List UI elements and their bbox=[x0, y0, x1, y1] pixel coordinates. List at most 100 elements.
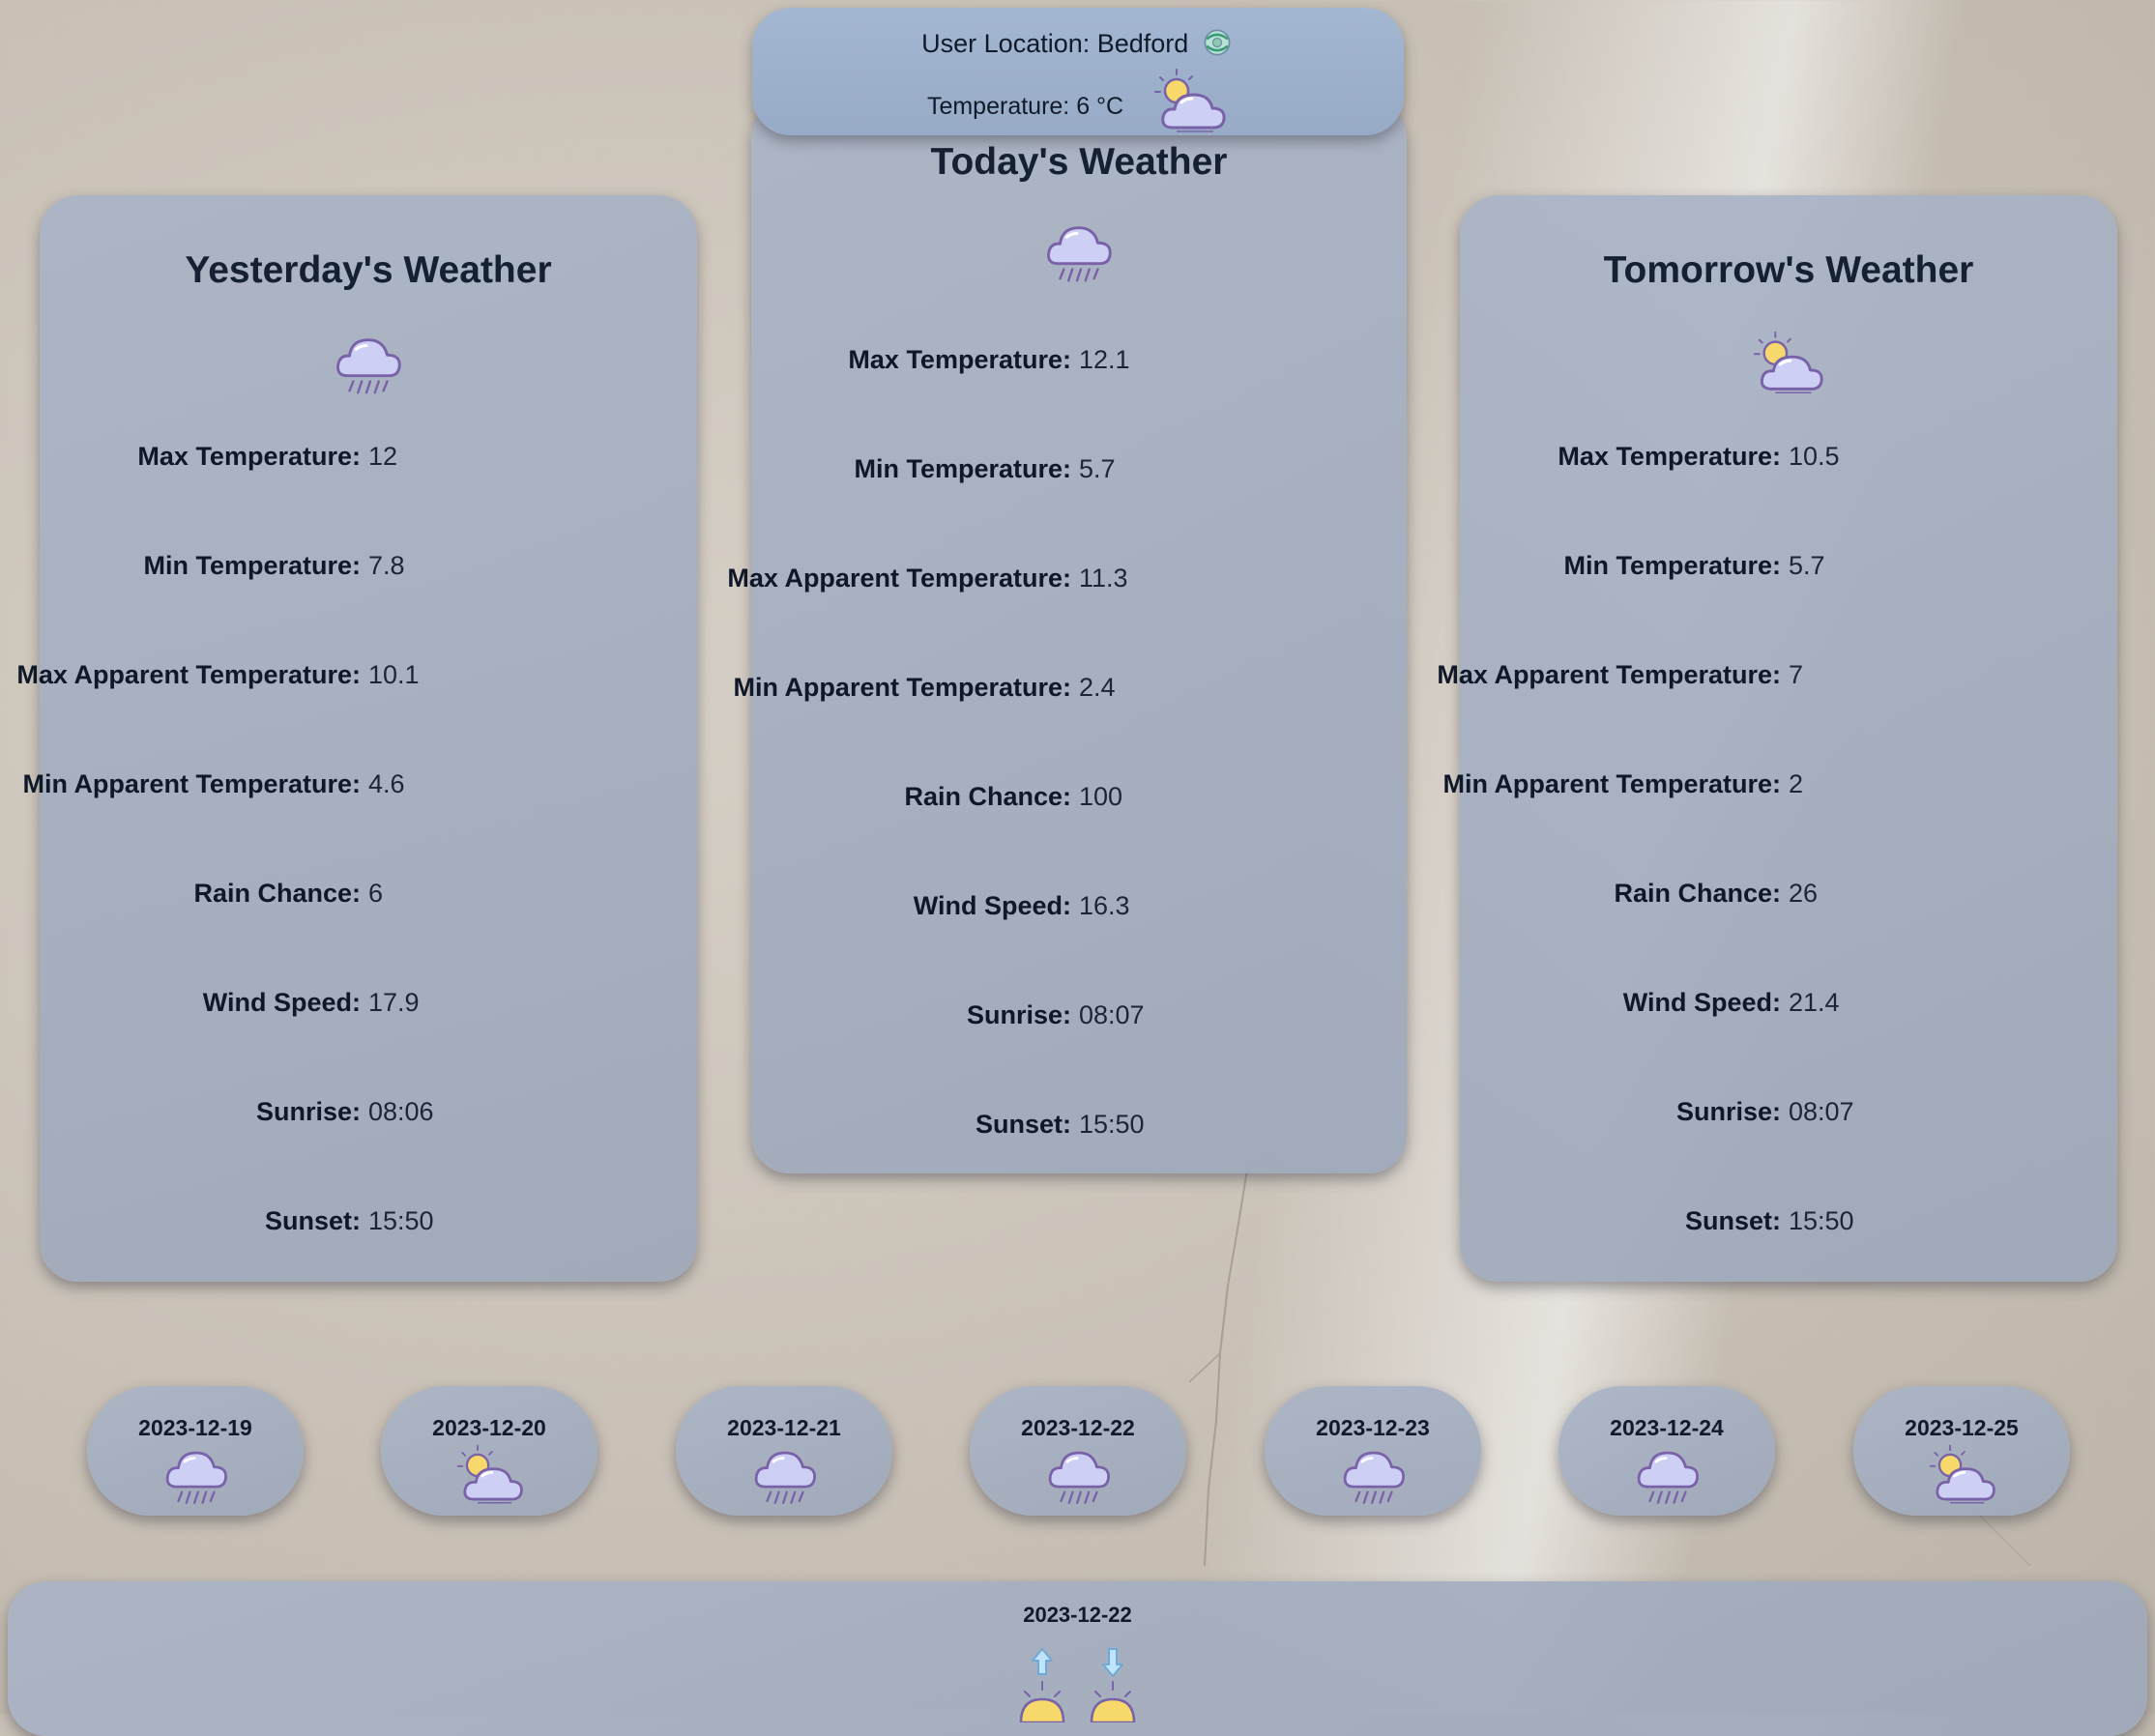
stat-value: 10.1 bbox=[368, 660, 420, 689]
rain-cloud-icon bbox=[1338, 1440, 1410, 1512]
forecast-day-pill[interactable]: 2023-12-21 bbox=[676, 1386, 892, 1516]
weather-stat-row: Sunset: 15:50 bbox=[40, 1201, 697, 1240]
refresh-globe-icon[interactable] bbox=[1200, 25, 1235, 60]
stat-value: 2.4 bbox=[1079, 673, 1116, 702]
weather-stat-row: Max Temperature: 12.1 bbox=[751, 340, 1407, 379]
stat-label: Min Apparent Temperature: bbox=[733, 673, 1071, 702]
rain-cloud-icon bbox=[1041, 215, 1117, 290]
stat-value: 10.5 bbox=[1789, 442, 1840, 471]
location-header: User Location: Bedford Temperature: 6 °C bbox=[752, 8, 1404, 135]
weather-stat-row: Wind Speed: 21.4 bbox=[1460, 983, 2117, 1022]
panel-title: Tomorrow's Weather bbox=[1603, 249, 1974, 291]
weather-stat-row: Sunset: 15:50 bbox=[1460, 1201, 2117, 1240]
weather-stat-row: Min Temperature: 5.7 bbox=[751, 449, 1407, 488]
stat-value: 15:50 bbox=[1789, 1206, 1854, 1235]
weather-stat-row: Min Apparent Temperature: 2 bbox=[1442, 765, 2117, 803]
rain-cloud-icon bbox=[331, 327, 406, 402]
weather-stat-row: Sunrise: 08:07 bbox=[1460, 1092, 2117, 1131]
forecast-date: 2023-12-19 bbox=[138, 1415, 252, 1440]
stat-value: 15:50 bbox=[368, 1206, 434, 1235]
weather-stat-row: Max Apparent Temperature: 7 bbox=[1437, 655, 2117, 694]
stat-value: 15:50 bbox=[1079, 1110, 1145, 1139]
yesterday-weather-panel: Yesterday's Weather Max Temperature: 12 Mi… bbox=[16, 195, 697, 1282]
rain-cloud-icon bbox=[749, 1440, 821, 1512]
stat-value: 100 bbox=[1079, 782, 1123, 811]
stat-value: 08:07 bbox=[1789, 1097, 1854, 1126]
rain-cloud-icon bbox=[1632, 1440, 1704, 1512]
sunset-icon bbox=[1084, 1645, 1142, 1722]
stat-label: Sunset: bbox=[975, 1110, 1071, 1139]
stat-label: Min Temperature: bbox=[1563, 551, 1781, 580]
weather-stat-row: Min Apparent Temperature: 4.6 bbox=[22, 765, 697, 803]
weather-stat-row: Max Temperature: 12 bbox=[40, 437, 697, 476]
weather-stat-row: Wind Speed: 17.9 bbox=[40, 983, 697, 1022]
today-weather-panel: Today's Weather Max Temperature: 12.1 Min … bbox=[727, 101, 1407, 1173]
forecast-day-pill[interactable]: 2023-12-22 bbox=[970, 1386, 1186, 1516]
forecast-date: 2023-12-25 bbox=[1905, 1415, 2019, 1440]
stat-label: Max Temperature: bbox=[137, 442, 361, 471]
current-temperature-label: Temperature: 6 °C bbox=[926, 93, 1124, 120]
sunrise-icon bbox=[1013, 1645, 1071, 1722]
weather-stat-row: Sunrise: 08:06 bbox=[40, 1092, 697, 1131]
weather-stat-row: Sunrise: 08:07 bbox=[751, 996, 1407, 1034]
weather-stat-row: Sunset: 15:50 bbox=[751, 1105, 1407, 1143]
stat-label: Wind Speed: bbox=[202, 988, 361, 1017]
forecast-date: 2023-12-20 bbox=[432, 1415, 546, 1440]
stat-value: 4.6 bbox=[368, 769, 405, 798]
partly-cloudy-icon bbox=[1151, 64, 1229, 141]
stat-value: 2 bbox=[1789, 769, 1804, 798]
forecast-day-list: 2023-12-19 2023-12-20 2023-12-21 2023-12… bbox=[0, 1386, 2155, 1521]
stat-label: Max Temperature: bbox=[1558, 442, 1781, 471]
stat-value: 7 bbox=[1789, 660, 1804, 689]
weather-stat-row: Max Temperature: 10.5 bbox=[1460, 437, 2117, 476]
stat-label: Min Temperature: bbox=[143, 551, 361, 580]
forecast-date: 2023-12-24 bbox=[1610, 1415, 1724, 1440]
stat-label: Max Apparent Temperature: bbox=[1437, 660, 1781, 689]
forecast-day-pill[interactable]: 2023-12-24 bbox=[1558, 1386, 1775, 1516]
stat-value: 11.3 bbox=[1079, 564, 1128, 593]
user-location-label: User Location: Bedford bbox=[921, 29, 1189, 58]
stat-value: 5.7 bbox=[1789, 551, 1825, 580]
forecast-date: 2023-12-22 bbox=[1021, 1415, 1135, 1440]
stat-value: 08:07 bbox=[1079, 1000, 1145, 1029]
stat-value: 6 bbox=[368, 879, 384, 908]
panel-title: Today's Weather bbox=[930, 141, 1228, 183]
stat-value: 7.8 bbox=[368, 551, 405, 580]
location-row: User Location: Bedford bbox=[752, 25, 1404, 60]
stat-label: Max Apparent Temperature: bbox=[727, 564, 1071, 593]
stat-label: Wind Speed: bbox=[1622, 988, 1781, 1017]
forecast-day-pill[interactable]: 2023-12-23 bbox=[1265, 1386, 1481, 1516]
tomorrow-weather-panel: Tomorrow's Weather Max Temperature: 10.5 M… bbox=[1437, 195, 2117, 1282]
panel-title: Yesterday's Weather bbox=[185, 249, 552, 291]
stat-label: Rain Chance: bbox=[193, 879, 361, 908]
stat-label: Min Temperature: bbox=[854, 454, 1071, 483]
stat-value: 12.1 bbox=[1079, 345, 1130, 374]
partly-cloudy-icon bbox=[1927, 1440, 1998, 1512]
forecast-date: 2023-12-21 bbox=[727, 1415, 841, 1440]
stat-label: Sunrise: bbox=[1675, 1097, 1781, 1126]
partly-cloudy-icon bbox=[454, 1440, 526, 1512]
stat-label: Sunset: bbox=[1684, 1206, 1781, 1235]
weather-stat-row: Max Apparent Temperature: 10.1 bbox=[16, 655, 697, 694]
forecast-day-pill[interactable]: 2023-12-25 bbox=[1853, 1386, 2070, 1516]
stat-label: Rain Chance: bbox=[1614, 879, 1781, 908]
forecast-day-pill[interactable]: 2023-12-19 bbox=[87, 1386, 304, 1516]
stat-label: Min Apparent Temperature: bbox=[22, 769, 361, 798]
current-temperature-row: Temperature: 6 °C bbox=[752, 93, 1404, 141]
partly-cloudy-icon bbox=[1751, 327, 1826, 402]
selected-day-date: 2023-12-22 bbox=[1023, 1603, 1132, 1627]
weather-stat-row: Min Temperature: 7.8 bbox=[40, 546, 697, 585]
weather-stat-row: Rain Chance: 100 bbox=[751, 777, 1407, 816]
stat-label: Sunrise: bbox=[966, 1000, 1071, 1029]
weather-stat-row: Rain Chance: 6 bbox=[40, 874, 697, 912]
weather-stat-row: Max Apparent Temperature: 11.3 bbox=[727, 559, 1407, 597]
stat-label: Max Temperature: bbox=[848, 345, 1071, 374]
stat-label: Wind Speed: bbox=[913, 891, 1071, 920]
weather-stat-row: Min Temperature: 5.7 bbox=[1460, 546, 2117, 585]
weather-stat-row: Min Apparent Temperature: 2.4 bbox=[733, 668, 1407, 707]
stat-value: 17.9 bbox=[368, 988, 420, 1017]
forecast-day-pill[interactable]: 2023-12-20 bbox=[381, 1386, 597, 1516]
stat-value: 21.4 bbox=[1789, 988, 1840, 1017]
stat-value: 12 bbox=[368, 442, 398, 471]
stat-value: 5.7 bbox=[1079, 454, 1116, 483]
